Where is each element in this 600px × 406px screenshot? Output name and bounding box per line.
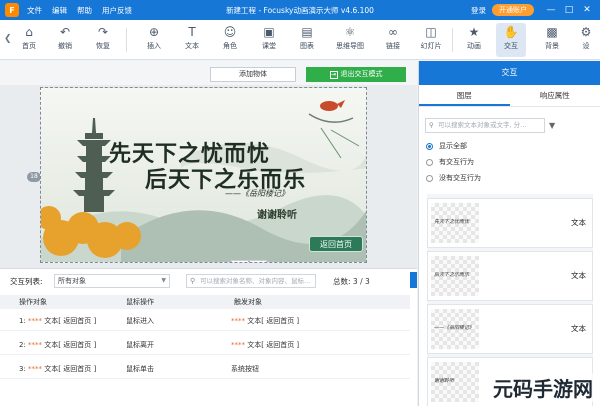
- add-object-button[interactable]: 添加物体: [210, 67, 296, 82]
- toolbar-link-button[interactable]: ∞ 链接: [378, 23, 408, 51]
- interaction-list-panel: 交互列表: 所有对象 ▼ ⚲ 可以搜索对象名称、对象内容、鼠标... 总数: 3 /…: [0, 268, 417, 406]
- toolbar-interaction-button[interactable]: ✋ 交互: [496, 23, 526, 57]
- maximize-icon[interactable]: □: [560, 5, 578, 15]
- toolbar-slides-button[interactable]: ◫ 幻灯片: [416, 23, 446, 51]
- thanks-text[interactable]: 谢谢聆听: [257, 206, 297, 221]
- collapse-panel-icon[interactable]: ^: [231, 260, 267, 262]
- home-icon: ⌂: [25, 25, 33, 39]
- object-filter-select[interactable]: 所有对象 ▼: [54, 274, 170, 288]
- panel-title: 交互: [419, 61, 600, 85]
- menu-file[interactable]: 文件: [27, 5, 42, 16]
- layer-item[interactable]: 先天下之忧而忧 文本: [427, 198, 593, 248]
- radio-unchecked-icon: [426, 158, 433, 166]
- text-icon: T: [188, 25, 196, 39]
- page-badge: 18: [27, 172, 41, 182]
- search-icon: ⚲: [190, 277, 196, 285]
- animation-icon: ★: [468, 25, 480, 39]
- slides-icon: ◫: [425, 25, 437, 39]
- return-home-button[interactable]: 返回首页: [309, 236, 363, 252]
- column-header-action: 鼠标操作: [126, 298, 154, 306]
- person-icon: ☺: [223, 25, 237, 39]
- settings-icon: ⚙: [580, 25, 592, 39]
- column-header-trigger: 触发对象: [234, 298, 262, 306]
- undo-icon: ↶: [59, 25, 71, 39]
- toolbar-redo-button[interactable]: ↷ 恢复: [88, 23, 118, 51]
- toolbar-home-button[interactable]: ⌂ 首页: [14, 23, 44, 51]
- exit-interaction-mode-button[interactable]: ⇥ 退出交互模式: [306, 67, 406, 82]
- layer-thumbnail: ——《岳阳楼记》: [431, 309, 479, 349]
- layer-search-input[interactable]: ⚲ 可以搜索文本对象或文字, 分...: [425, 118, 545, 133]
- toolbar-animation-button[interactable]: ★ 动画: [459, 23, 489, 51]
- menu-feedback[interactable]: 用户反馈: [102, 5, 132, 16]
- tab-response-properties[interactable]: 响应属性: [510, 85, 600, 106]
- tab-layers[interactable]: 图层: [419, 85, 510, 106]
- column-header-target: 操作对象: [19, 298, 47, 306]
- filter-dropdown-icon[interactable]: ▼: [549, 121, 555, 130]
- classroom-icon: ▣: [263, 25, 275, 39]
- canvas-subbar: 添加物体 ⇥ 退出交互模式: [0, 61, 417, 85]
- bird: [320, 100, 345, 111]
- link-icon: ∞: [388, 25, 398, 39]
- toolbar-divider: [126, 28, 127, 52]
- close-icon[interactable]: ✕: [578, 5, 596, 15]
- menu-edit[interactable]: 编辑: [52, 5, 67, 16]
- radio-has-interaction[interactable]: 有交互行为: [426, 157, 474, 167]
- interaction-list-label: 交互列表:: [10, 276, 43, 286]
- radio-show-all[interactable]: 显示全部: [426, 141, 467, 151]
- main-toolbar: ❮ ⌂ 首页 ↶ 撤销 ↷ 恢复 ⊕ 插入 T 文本 ☺ 角色 ▣ 课堂 ▤ 图…: [0, 20, 600, 60]
- toolbar-classroom-button[interactable]: ▣ 课堂: [254, 23, 284, 51]
- radio-checked-icon: [426, 142, 433, 150]
- toolbar-role-button[interactable]: ☺ 角色: [215, 23, 245, 51]
- menu-bar: 文件 编辑 帮助 用户反馈: [27, 5, 142, 16]
- mindmap-icon: ⚛: [344, 25, 356, 39]
- layer-item[interactable]: 后天下之乐而乐 文本: [427, 251, 593, 301]
- toolbar-undo-button[interactable]: ↶ 撤销: [50, 23, 80, 51]
- interaction-search-input[interactable]: ⚲ 可以搜索对象名称、对象内容、鼠标...: [186, 274, 316, 288]
- slide-canvas[interactable]: 先天下之忧而忧 后天下之乐而乐 ——《岳阳楼记》 谢谢聆听 返回首页 ^: [40, 87, 367, 263]
- radio-no-interaction[interactable]: 没有交互行为: [426, 173, 481, 183]
- table-row[interactable]: 3: **** 文本[ 返回首页 ] 鼠标单击 系统按钮: [0, 359, 410, 379]
- redo-icon: ↷: [97, 25, 109, 39]
- table-row[interactable]: 2: **** 文本[ 返回首页 ] 鼠标离开 **** 文本[ 返回首页 ]: [0, 335, 410, 355]
- search-icon: ⚲: [429, 121, 434, 129]
- radio-unchecked-icon: [426, 174, 433, 182]
- interaction-total: 总数: 3 / 3: [333, 277, 370, 286]
- table-row[interactable]: 1: **** 文本[ 返回首页 ] 鼠标进入 **** 文本[ 返回首页 ]: [0, 311, 410, 331]
- layer-item[interactable]: ——《岳阳楼记》 文本: [427, 304, 593, 354]
- toolbar-divider: [452, 28, 453, 52]
- toolbar-mindmap-button[interactable]: ⚛ 思维导图: [331, 23, 369, 51]
- list-scrollbar[interactable]: [410, 272, 417, 288]
- title-bar: F 文件 编辑 帮助 用户反馈 新建工程 - Focusky动画演示大师 v4.…: [0, 0, 600, 20]
- quote-source[interactable]: ——《岳阳楼记》: [225, 188, 289, 199]
- open-account-button[interactable]: 开通账户: [492, 4, 534, 16]
- site-watermark: 元码手游网: [490, 373, 596, 402]
- plus-icon: ⊕: [148, 25, 160, 39]
- toolbar-settings-button[interactable]: ⚙ 设: [574, 23, 598, 51]
- toolbar-chart-button[interactable]: ▤ 图表: [292, 23, 322, 51]
- layer-thumbnail: 先天下之忧而忧: [431, 203, 479, 243]
- layer-thumbnail: 谢谢聆听: [431, 362, 479, 402]
- exit-icon: ⇥: [329, 71, 338, 79]
- interaction-icon: ✋: [503, 25, 519, 39]
- interaction-side-panel: 交互 图层 响应属性 ⚲ 可以搜索文本对象或文字, 分... ▼ 显示全部 有交互…: [418, 61, 600, 406]
- toolbar-text-button[interactable]: T 文本: [177, 23, 207, 51]
- table-header: 操作对象 鼠标操作 触发对象: [0, 295, 410, 309]
- toolbar-insert-button[interactable]: ⊕ 插入: [139, 23, 169, 51]
- toolbar-background-button[interactable]: ▩ 背景: [537, 23, 567, 51]
- chart-icon: ▤: [301, 25, 313, 39]
- layer-thumbnail: 后天下之乐而乐: [431, 256, 479, 296]
- app-logo-icon: F: [5, 3, 19, 17]
- login-link[interactable]: 登录: [471, 5, 486, 16]
- canvas-area: 18 先天下之忧而忧 后天下之乐而乐 ——《岳阳楼记》 谢谢聆听 返回首页: [0, 85, 417, 268]
- background-icon: ▩: [546, 25, 558, 39]
- minimize-icon[interactable]: —: [542, 5, 560, 15]
- toolbar-scroll-left-icon[interactable]: ❮: [4, 34, 12, 44]
- chevron-down-icon: ▼: [161, 277, 166, 284]
- menu-help[interactable]: 帮助: [77, 5, 92, 16]
